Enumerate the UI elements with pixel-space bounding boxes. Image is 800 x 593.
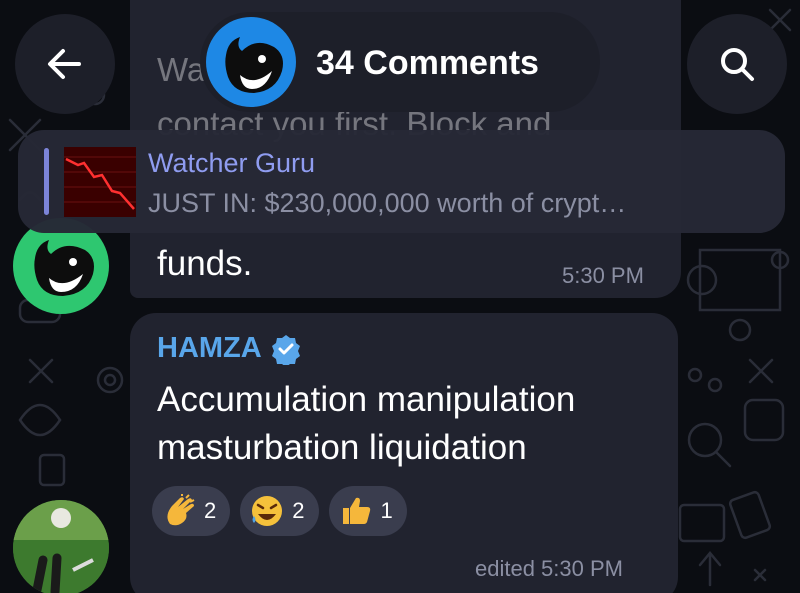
commenter-avatar[interactable] xyxy=(13,500,109,593)
search-button[interactable] xyxy=(687,14,787,114)
whale-icon xyxy=(225,37,283,93)
message-time: 5:30 PM xyxy=(562,263,644,288)
reaction-count: 2 xyxy=(292,498,305,523)
clapping-hands-icon xyxy=(167,494,195,526)
reaction-count: 1 xyxy=(380,498,393,523)
pinned-preview-text: JUST IN: $230,000,000 worth of crypt… xyxy=(148,188,627,218)
reaction-count: 2 xyxy=(204,498,217,523)
thumbs-up-icon xyxy=(342,497,370,524)
rolling-laughing-face-icon xyxy=(252,496,283,526)
pinned-channel-name: Watcher Guru xyxy=(148,148,316,178)
reactions-bar: 2 2 1 xyxy=(152,486,407,536)
channel-avatar xyxy=(206,17,296,107)
back-button[interactable] xyxy=(15,14,115,114)
arrow-left-icon xyxy=(48,49,81,79)
comment-text-line: Accumulation manipulation xyxy=(157,380,576,419)
message-text: funds. xyxy=(157,244,253,283)
reaction-thumbs-up[interactable]: 1 xyxy=(328,486,407,536)
reaction-clap[interactable]: 2 xyxy=(152,486,231,536)
pinned-thumbnail xyxy=(64,147,136,217)
chart-down-thumbnail-icon xyxy=(64,147,136,217)
verified-badge-icon xyxy=(271,334,300,365)
avatar-photo-image xyxy=(13,500,109,593)
comment-text-line: masturbation liquidation xyxy=(157,428,527,467)
reaction-laugh[interactable]: 2 xyxy=(240,486,319,536)
comment-sender[interactable]: HAMZA xyxy=(157,332,302,365)
pinned-indicator xyxy=(44,148,49,215)
sender-name: HAMZA xyxy=(157,332,262,364)
search-icon xyxy=(721,48,754,81)
page-title: 34 Comments xyxy=(316,44,539,82)
comment-time: edited 5:30 PM xyxy=(475,556,623,581)
comment-text: Accumulation manipulation masturbation l… xyxy=(157,376,575,472)
message-text-fragment: Wa xyxy=(157,51,206,88)
